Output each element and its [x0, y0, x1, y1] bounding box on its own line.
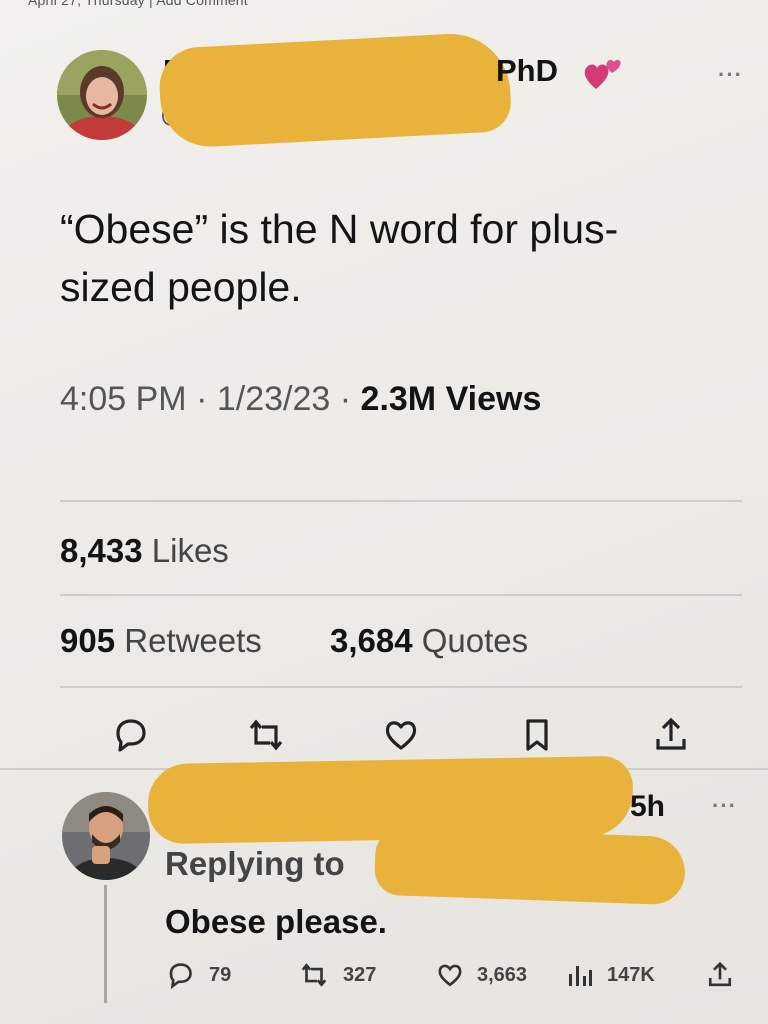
retweets-count: 905	[60, 622, 116, 659]
reply-likes-count: 3,663	[477, 964, 528, 986]
meta-separator: ·	[339, 380, 352, 418]
likes-count: 8,433	[60, 532, 143, 569]
reply-like-icon[interactable]	[435, 960, 465, 995]
reply-retweet-icon[interactable]	[299, 960, 329, 995]
page-header-date: April 27, Thursday | Add Comment	[28, 0, 248, 8]
replying-to-label: Replying to	[165, 845, 345, 882]
reply-more-icon[interactable]: ···	[712, 793, 737, 819]
reply-share-icon[interactable]	[705, 960, 735, 995]
redaction-author-name	[157, 30, 513, 150]
author-avatar[interactable]	[57, 50, 147, 140]
reply-views-icon[interactable]	[567, 962, 593, 993]
reply-text: Obese please.	[165, 903, 387, 940]
divider	[60, 500, 742, 502]
divider	[60, 594, 742, 596]
reply-views-count: 147K	[607, 964, 655, 986]
tweet-date[interactable]: 1/23/23	[217, 380, 330, 418]
tweet-text: “Obese” is the N word for plus-sized peo…	[60, 206, 619, 310]
likes-label: Likes	[151, 532, 229, 569]
views-label: Views	[445, 380, 542, 418]
reply-time[interactable]: 5h	[630, 790, 665, 824]
reply-icon[interactable]	[110, 715, 150, 755]
reply-reply-icon[interactable]	[165, 960, 195, 995]
views-count: 2.3M	[360, 380, 437, 418]
divider	[60, 686, 742, 688]
meta-separator: ·	[196, 380, 208, 418]
author-avatar-photo	[57, 50, 147, 140]
retweet-icon[interactable]	[246, 715, 286, 755]
like-icon[interactable]	[381, 715, 421, 755]
reply-action-row: 79 327 3,663 147K	[165, 960, 745, 996]
tweet-meta: 4:05 PM · 1/23/23 · 2.3M Views	[60, 380, 541, 419]
bookmark-icon[interactable]	[517, 715, 557, 755]
likes-stat[interactable]: 8,433 Likes	[60, 532, 229, 570]
retweets-stat[interactable]: 905 Retweets	[60, 622, 262, 660]
reply-avatar-photo	[62, 792, 150, 880]
reply-retweets-count: 327	[343, 964, 377, 986]
quotes-count: 3,684	[330, 622, 413, 659]
quotes-stat[interactable]: 3,684 Quotes	[330, 622, 528, 660]
reply-author-avatar[interactable]	[62, 792, 150, 880]
tweet-more-icon[interactable]: ···	[718, 62, 743, 88]
retweets-label: Retweets	[124, 622, 262, 659]
thread-line	[104, 885, 107, 1003]
share-icon[interactable]	[651, 715, 691, 755]
author-name-suffix[interactable]: PhD	[496, 53, 558, 89]
reply-replies-count: 79	[209, 964, 232, 986]
redaction-replying-handle	[373, 826, 687, 906]
tweet-time[interactable]: 4:05 PM	[60, 380, 187, 418]
two-hearts-icon	[582, 55, 624, 98]
quotes-label: Quotes	[421, 622, 529, 659]
